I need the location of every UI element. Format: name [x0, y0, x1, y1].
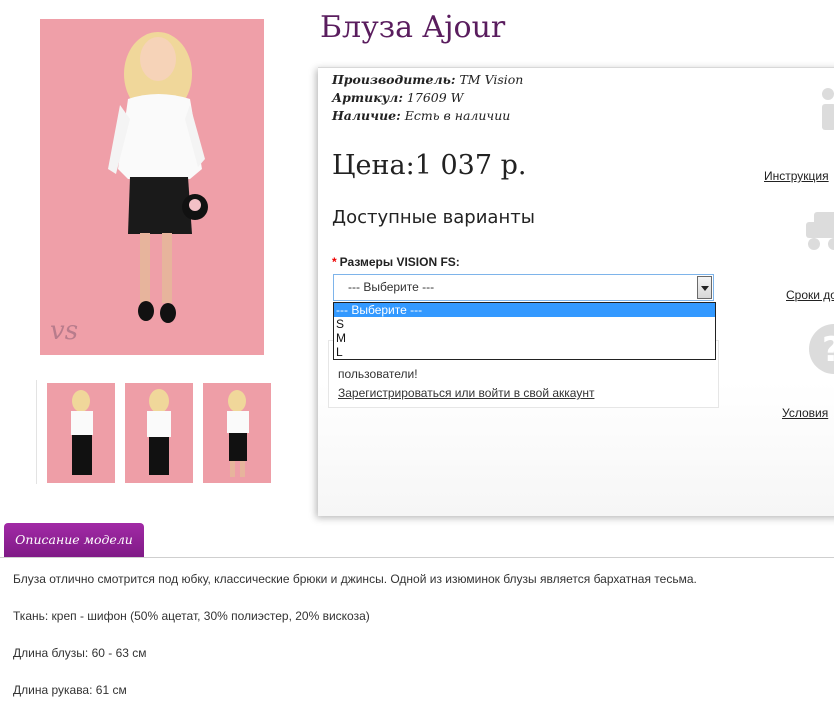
sku-label: Артикул: [332, 90, 403, 105]
truck-icon[interactable] [804, 208, 834, 250]
thumbnail-image[interactable] [47, 383, 115, 483]
description-fabric: Ткань: креп - шифон (50% ацетат, 30% пол… [13, 609, 370, 623]
info-icon[interactable] [816, 86, 834, 130]
chevron-down-icon[interactable] [697, 276, 712, 299]
size-option[interactable]: M [334, 331, 715, 345]
size-select[interactable]: --- Выберите --- [333, 274, 714, 301]
manufacturer-value[interactable]: ТМ Vision [459, 72, 523, 87]
description-length: Длина блузы: 60 - 63 см [13, 646, 147, 660]
size-option[interactable]: S [334, 317, 715, 331]
size-option[interactable]: L [334, 345, 715, 359]
svg-text:?: ? [822, 330, 834, 370]
size-label-text: Размеры VISION FS: [339, 255, 460, 269]
register-link[interactable]: Зарегистрироваться или войти в свой акка… [338, 386, 594, 400]
sku-value: 17609 W [406, 90, 464, 105]
thumbnail-image[interactable] [203, 383, 271, 483]
variants-heading: Доступные варианты [332, 207, 535, 228]
manufacturer-label: Производитель: [332, 72, 456, 87]
required-mark: * [332, 255, 337, 269]
terms-link[interactable]: Условия [782, 406, 828, 420]
size-dropdown-list[interactable]: --- Выберите --- S M L [333, 302, 716, 360]
tab-description[interactable]: Описание модели [4, 523, 144, 557]
product-price: Цена:1 037 р. [332, 150, 527, 181]
size-label: * Размеры VISION FS: [332, 255, 460, 269]
product-title: Блуза Ajour [320, 10, 506, 45]
register-text: пользователи! [338, 367, 418, 381]
availability-value: Есть в наличии [404, 108, 511, 123]
instruction-link[interactable]: Инструкция [764, 169, 829, 183]
manufacturer-line: Производитель: ТМ Vision [332, 72, 523, 87]
description-text: Блуза отлично смотрится под юбку, класси… [13, 572, 697, 586]
size-option[interactable]: --- Выберите --- [334, 303, 715, 317]
thumbnail-image[interactable] [125, 383, 193, 483]
thumbnail-divider [36, 380, 37, 484]
size-select-value: --- Выберите --- [348, 280, 435, 294]
delivery-link[interactable]: Сроки до [786, 288, 834, 302]
description-sleeve: Длина рукава: 61 см [13, 683, 127, 697]
tab-divider [0, 557, 834, 558]
availability-label: Наличие: [332, 108, 401, 123]
question-icon[interactable]: ? [808, 323, 834, 374]
product-main-image[interactable]: vs [40, 19, 264, 355]
svg-text:vs: vs [50, 316, 78, 346]
sku-line: Артикул: 17609 W [332, 90, 464, 105]
availability-line: Наличие: Есть в наличии [332, 108, 510, 123]
